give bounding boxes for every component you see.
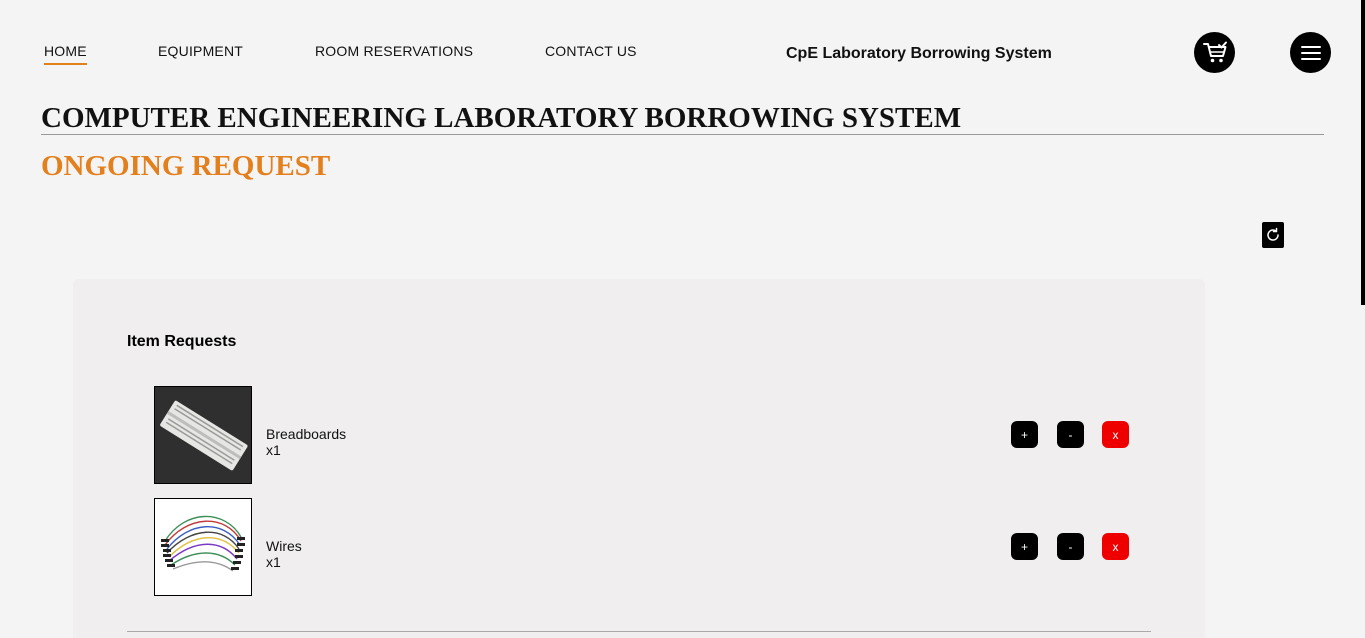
increase-button[interactable]: + [1011,533,1038,560]
refresh-button[interactable] [1262,222,1284,248]
menu-button[interactable] [1290,32,1331,73]
item-requests-heading: Item Requests [127,333,237,350]
remove-button[interactable]: x [1102,421,1129,448]
section-title: ONGOING REQUEST [41,150,331,182]
page-title: COMPUTER ENGINEERING LABORATORY BORROWIN… [41,102,962,134]
decrease-button[interactable]: - [1057,421,1084,448]
request-item-wires: Wires x1 + - x [154,498,1154,596]
item-quantity: x1 [266,442,281,458]
increase-button[interactable]: + [1011,421,1038,448]
item-name: Wires [266,538,302,554]
cart-check-icon [1202,41,1227,62]
request-item-breadboards: Breadboards x1 + - x [154,386,1154,484]
hamburger-menu-icon [1300,45,1321,60]
panel-divider [127,631,1151,632]
item-quantity: x1 [266,554,281,570]
page: HOME EQUIPMENT ROOM RESERVATIONS CONTACT… [0,0,1365,638]
nav-room-reservations[interactable]: ROOM RESERVATIONS [315,43,473,59]
jumper-wires-image [154,498,252,596]
nav-contact-us[interactable]: CONTACT US [545,43,637,59]
item-name: Breadboards [266,426,347,442]
cart-button[interactable] [1194,32,1235,73]
decrease-button[interactable]: - [1057,533,1084,560]
refresh-icon [1267,227,1279,241]
item-requests-panel: Item Requests Breadboards x1 + - x Wires… [73,279,1205,638]
brand-title: CpE Laboratory Borrowing System [786,45,1052,62]
nav-equipment[interactable]: EQUIPMENT [158,43,243,59]
title-divider [41,134,1324,135]
scrollbar[interactable] [1361,0,1365,305]
remove-button[interactable]: x [1102,533,1129,560]
nav-home[interactable]: HOME [44,43,87,65]
breadboard-image [154,386,252,484]
